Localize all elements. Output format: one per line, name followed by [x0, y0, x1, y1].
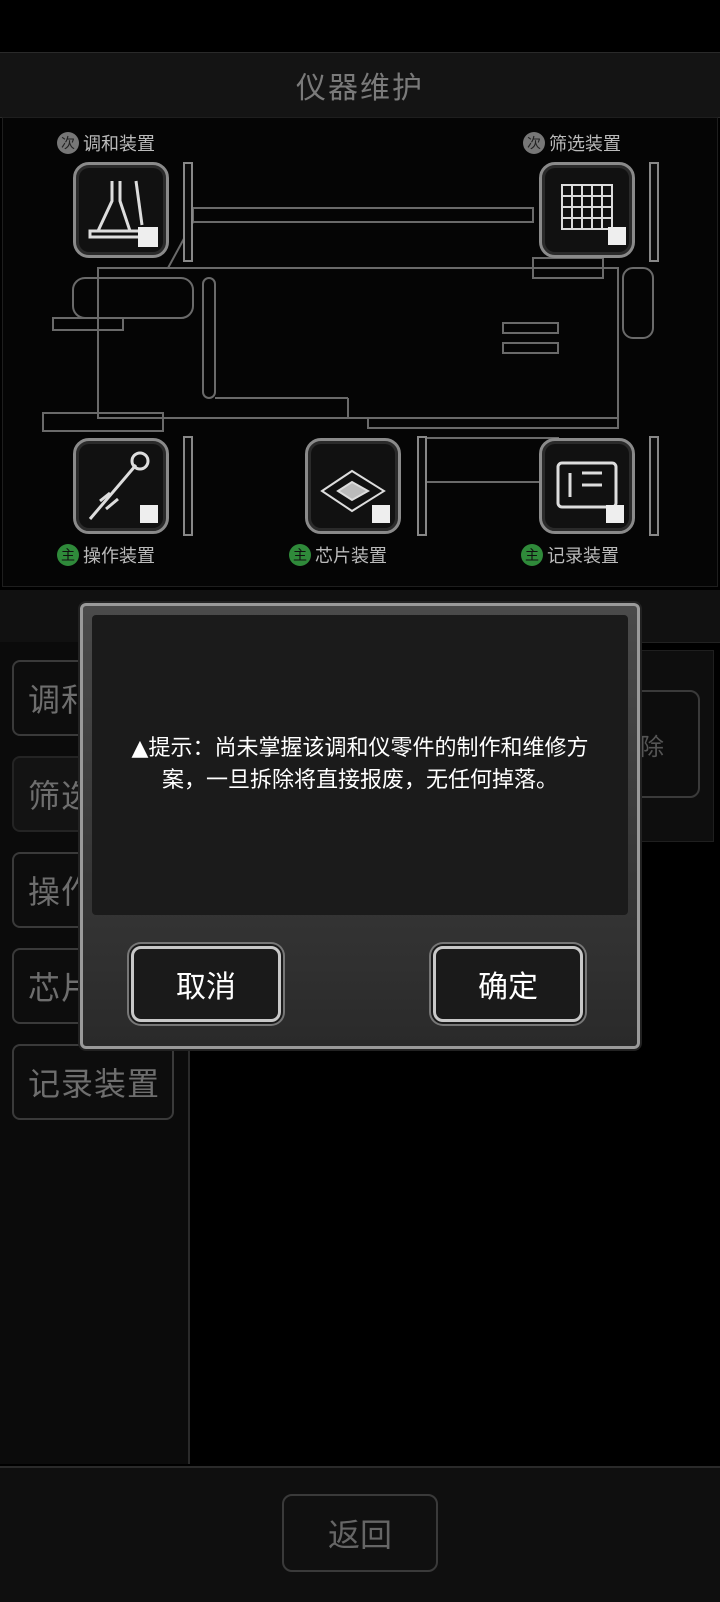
cancel-button[interactable]: 取消: [131, 946, 281, 1022]
durability-gauge: [183, 162, 193, 262]
durability-gauge: [649, 436, 659, 536]
device-label-operation: 主 操作装置: [57, 542, 155, 568]
secondary-badge: 次: [57, 132, 79, 154]
remove-button[interactable]: 除: [630, 690, 700, 798]
device-label-blender: 次 调和装置: [57, 130, 155, 156]
device-label-filter: 次 筛选装置: [523, 130, 621, 156]
main-badge: 主: [57, 544, 79, 566]
recorder-icon: [556, 461, 624, 523]
title-bar: 仪器维护: [0, 52, 720, 118]
device-recorder[interactable]: [539, 438, 635, 534]
instrument-schematic: 次 调和装置 次 筛选装置 主 操作装置 主 芯片装置 主 记录装置: [2, 117, 718, 587]
flask-icon: [88, 180, 158, 247]
durability-gauge: [417, 436, 427, 536]
probe-icon: [88, 451, 158, 523]
device-operation[interactable]: [73, 438, 169, 534]
confirm-button[interactable]: 确定: [433, 946, 583, 1022]
confirm-dialog: ▲提示：尚未掌握该调和仪零件的制作和维修方案，一旦拆除将直接报废，无任何掉落。 …: [80, 603, 640, 1049]
durability-gauge: [183, 436, 193, 536]
page-title: 仪器维护: [296, 71, 424, 106]
sidebar-item-recorder[interactable]: 记录装置: [12, 1044, 174, 1120]
chip-icon: [320, 469, 390, 523]
sieve-icon: [561, 184, 626, 245]
device-blender[interactable]: [73, 162, 169, 258]
device-label-recorder: 主 记录装置: [521, 542, 619, 568]
durability-gauge: [649, 162, 659, 262]
device-label-chip: 主 芯片装置: [289, 542, 387, 568]
secondary-badge: 次: [523, 132, 545, 154]
back-button[interactable]: 返回: [282, 1494, 438, 1572]
device-chip[interactable]: [305, 438, 401, 534]
dialog-message: ▲提示：尚未掌握该调和仪零件的制作和维修方案，一旦拆除将直接报废，无任何掉落。: [131, 736, 589, 793]
dialog-message-area: ▲提示：尚未掌握该调和仪零件的制作和维修方案，一旦拆除将直接报废，无任何掉落。: [92, 615, 628, 915]
device-filter[interactable]: [539, 162, 635, 258]
main-badge: 主: [289, 544, 311, 566]
main-badge: 主: [521, 544, 543, 566]
